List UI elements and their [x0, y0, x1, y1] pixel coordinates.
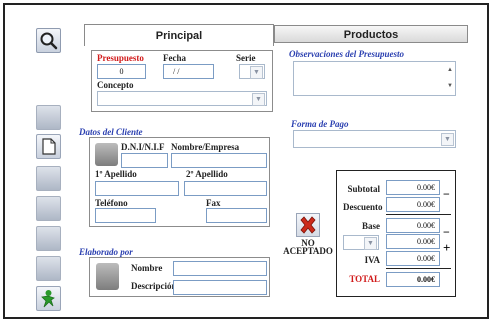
elaborado-nombre-field[interactable]	[173, 261, 267, 276]
toolbar-button-6[interactable]	[36, 256, 61, 281]
extra-field: 0.00€	[386, 234, 440, 249]
cliente-title: Datos del Cliente	[79, 127, 143, 137]
apellido2-label: 2º Apellido	[186, 169, 228, 179]
chevron-down-icon: ▼	[364, 237, 377, 250]
fax-field[interactable]	[206, 208, 267, 223]
accept-icon	[41, 290, 55, 308]
nombre-empresa-label: Nombre/Empresa	[171, 142, 240, 152]
chevron-down-icon: ▼	[252, 93, 265, 106]
search-icon	[40, 32, 58, 50]
dni-field[interactable]	[121, 153, 168, 168]
base-label: Base	[362, 221, 380, 231]
descuento-field: 0.00€	[386, 197, 440, 212]
presupuesto-number-field[interactable]: 0	[97, 64, 146, 79]
search-button[interactable]	[36, 28, 61, 53]
fecha-field[interactable]: / /	[163, 64, 214, 79]
elaborado-nombre-label: Nombre	[131, 263, 163, 273]
forma-pago-title: Forma de Pago	[291, 119, 349, 129]
observaciones-textarea[interactable]: ▲ ▼	[293, 61, 456, 96]
descuento-divider	[386, 214, 451, 215]
apellido2-field[interactable]	[184, 181, 267, 196]
plus-sign: +	[443, 240, 451, 255]
cliente-photo[interactable]	[95, 143, 118, 166]
elaborado-title: Elaborado por	[79, 247, 133, 257]
apellido1-field[interactable]	[95, 181, 179, 196]
scroll-up-icon[interactable]: ▲	[447, 67, 453, 73]
presupuesto-label: Presupuesto	[97, 53, 144, 63]
document-icon	[42, 138, 56, 155]
scroll-down-icon[interactable]: ▼	[447, 83, 453, 89]
subtotal-field: 0.00€	[386, 180, 440, 195]
dni-label: D.N.I/N.I.F	[121, 142, 165, 152]
fecha-label: Fecha	[163, 53, 186, 63]
tab-principal[interactable]: Principal	[84, 24, 274, 46]
subtotal-label: Subtotal	[347, 184, 380, 194]
iva-field: 0.00€	[386, 251, 440, 266]
chevron-down-icon: ▼	[441, 133, 454, 146]
tab-productos[interactable]: Productos	[274, 25, 468, 43]
elaborado-descripcion-label: Descripción	[131, 281, 177, 291]
toolbar-button-5[interactable]	[36, 226, 61, 251]
observaciones-title: Observaciones del Presupuesto	[289, 49, 404, 59]
reject-icon	[300, 216, 316, 234]
chevron-down-icon: ▼	[250, 66, 263, 79]
minus-sign-2: −	[443, 225, 450, 239]
nombre-empresa-field[interactable]	[171, 153, 267, 168]
concepto-select[interactable]: ▼	[97, 91, 267, 106]
reject-button[interactable]	[296, 213, 320, 237]
impuesto-select[interactable]: ▼	[343, 235, 379, 250]
toolbar-button-4[interactable]	[36, 196, 61, 221]
descuento-label: Descuento	[343, 202, 383, 212]
base-field: 0.00€	[386, 218, 440, 233]
toolbar-button-3[interactable]	[36, 166, 61, 191]
fax-label: Fax	[206, 198, 221, 208]
telefono-label: Teléfono	[95, 198, 128, 208]
iva-divider	[386, 268, 451, 269]
estado-label-line2: ACEPTADO	[283, 246, 333, 256]
elaborado-descripcion-field[interactable]	[173, 280, 267, 295]
forma-pago-select[interactable]: ▼	[293, 130, 456, 148]
serie-label: Serie	[236, 53, 256, 63]
concepto-label: Concepto	[97, 80, 134, 90]
iva-label: IVA	[364, 255, 380, 265]
total-field: 0.00€	[386, 272, 440, 287]
document-button[interactable]	[36, 134, 61, 159]
toolbar-button-1[interactable]	[36, 105, 61, 130]
minus-sign-1: −	[443, 187, 450, 201]
total-label: TOTAL	[349, 274, 380, 284]
serie-select[interactable]: ▼	[239, 64, 265, 79]
empleado-photo[interactable]	[96, 263, 119, 290]
accept-button[interactable]	[36, 286, 61, 311]
apellido1-label: 1º Apellido	[95, 169, 137, 179]
telefono-field[interactable]	[95, 208, 156, 223]
